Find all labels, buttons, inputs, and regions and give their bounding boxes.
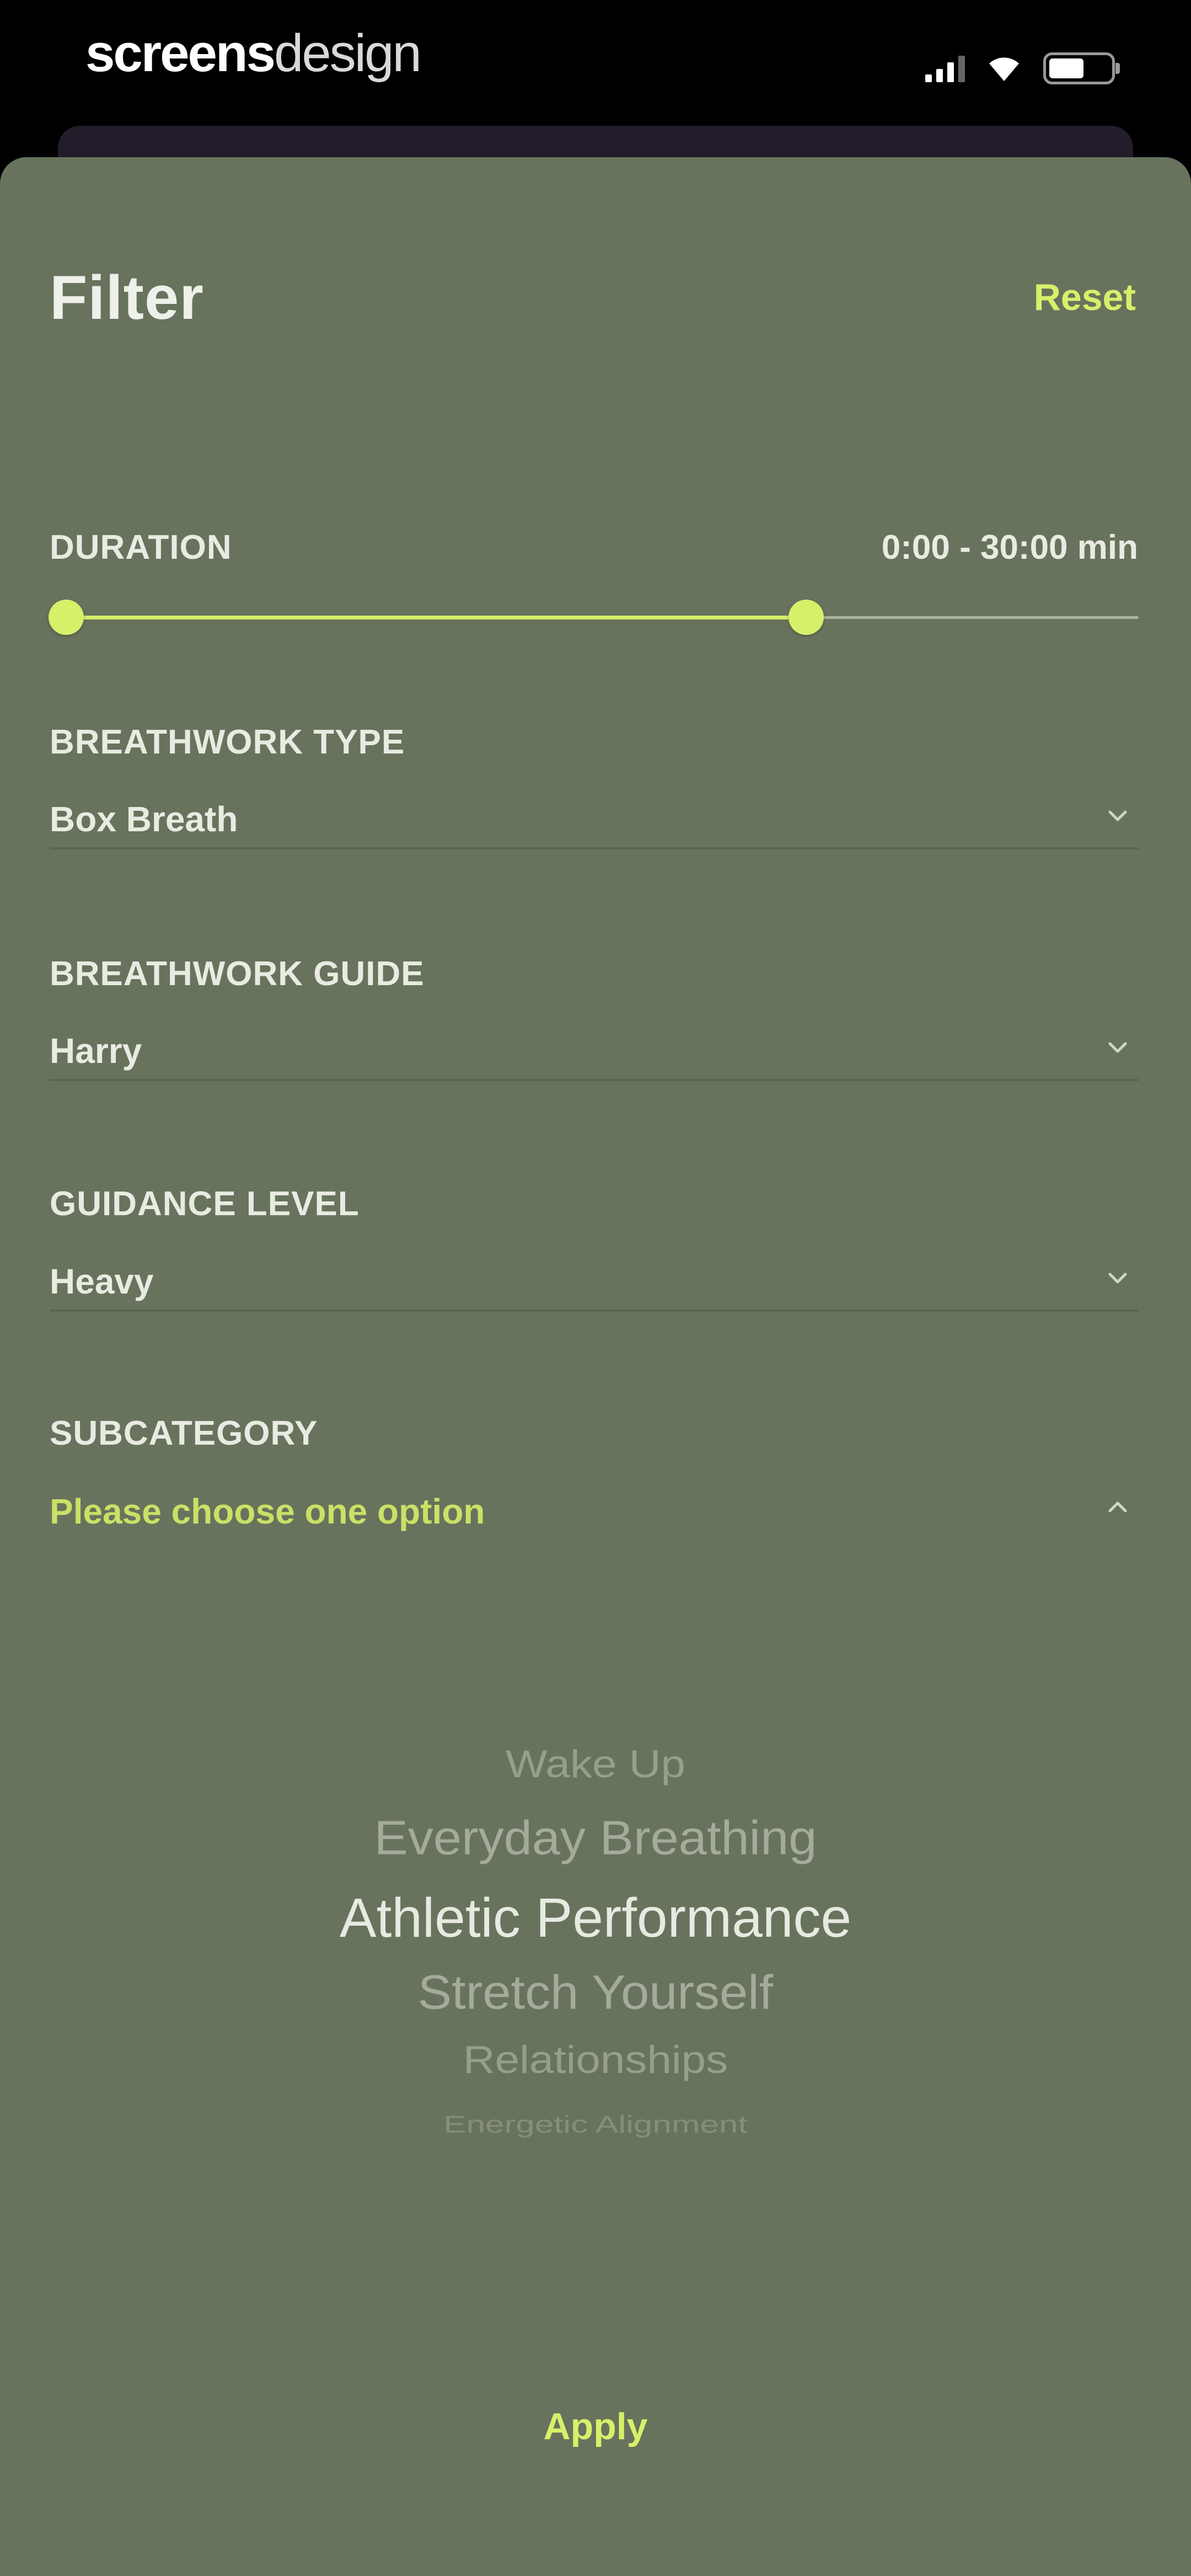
slider-min-handle[interactable] [49, 600, 84, 635]
chevron-up-icon [1107, 1497, 1129, 1519]
guidance-level-label: GUIDANCE LEVEL [50, 1185, 360, 1223]
picker-option[interactable]: Energetic Alignment [0, 2111, 1191, 2139]
brand-bold-text: screens [85, 24, 276, 83]
slider-selected-range [66, 616, 807, 619]
wifi-icon [989, 57, 1019, 81]
status-icons [925, 49, 1120, 88]
apply-button[interactable]: Apply [0, 2405, 1191, 2448]
subcategory-placeholder: Please choose one option [50, 1492, 485, 1531]
page-title: Filter [50, 263, 204, 332]
breathwork-type-select[interactable]: Box Breath [50, 789, 1139, 849]
breathwork-type-value: Box Breath [50, 799, 238, 839]
brand-light-text: design [273, 24, 422, 83]
breathwork-guide-value: Harry [50, 1031, 142, 1071]
chevron-down-icon [1107, 804, 1129, 826]
picker-option[interactable]: Athletic Performance [0, 1886, 1191, 1950]
picker-option[interactable]: Relationships [0, 2038, 1191, 2082]
breathwork-guide-label: BREATHWORK GUIDE [50, 955, 425, 993]
duration-slider[interactable] [49, 598, 1139, 637]
slider-max-handle[interactable] [788, 600, 824, 635]
picker-option[interactable]: Wake Up [0, 1742, 1191, 1787]
chevron-down-icon [1107, 1266, 1129, 1289]
subcategory-select[interactable]: Please choose one option [50, 1481, 1139, 1542]
reset-button[interactable]: Reset [1034, 276, 1136, 319]
chevron-down-icon [1107, 1036, 1129, 1058]
duration-label: DURATION [50, 528, 232, 566]
subcategory-label: SUBCATEGORY [50, 1414, 318, 1452]
picker-option[interactable]: Everyday Breathing [0, 1811, 1191, 1866]
signal-icon [925, 55, 965, 82]
subcategory-picker[interactable]: Wake Up Everyday Breathing Athletic Perfor… [0, 1721, 1191, 2217]
filter-sheet: Filter Reset DURATION 0:00 - 30:00 min B… [0, 157, 1191, 2576]
guidance-level-select[interactable]: Heavy [50, 1251, 1139, 1312]
brand-logo: screensdesign [85, 23, 422, 84]
guidance-level-value: Heavy [50, 1262, 154, 1301]
picker-option[interactable]: Stretch Yourself [0, 1965, 1191, 2021]
breathwork-guide-select[interactable]: Harry [50, 1020, 1139, 1081]
status-bar: screensdesign [0, 0, 1191, 127]
breathwork-type-label: BREATHWORK TYPE [50, 723, 405, 761]
battery-icon [1043, 52, 1120, 84]
duration-value: 0:00 - 30:00 min [881, 528, 1138, 566]
